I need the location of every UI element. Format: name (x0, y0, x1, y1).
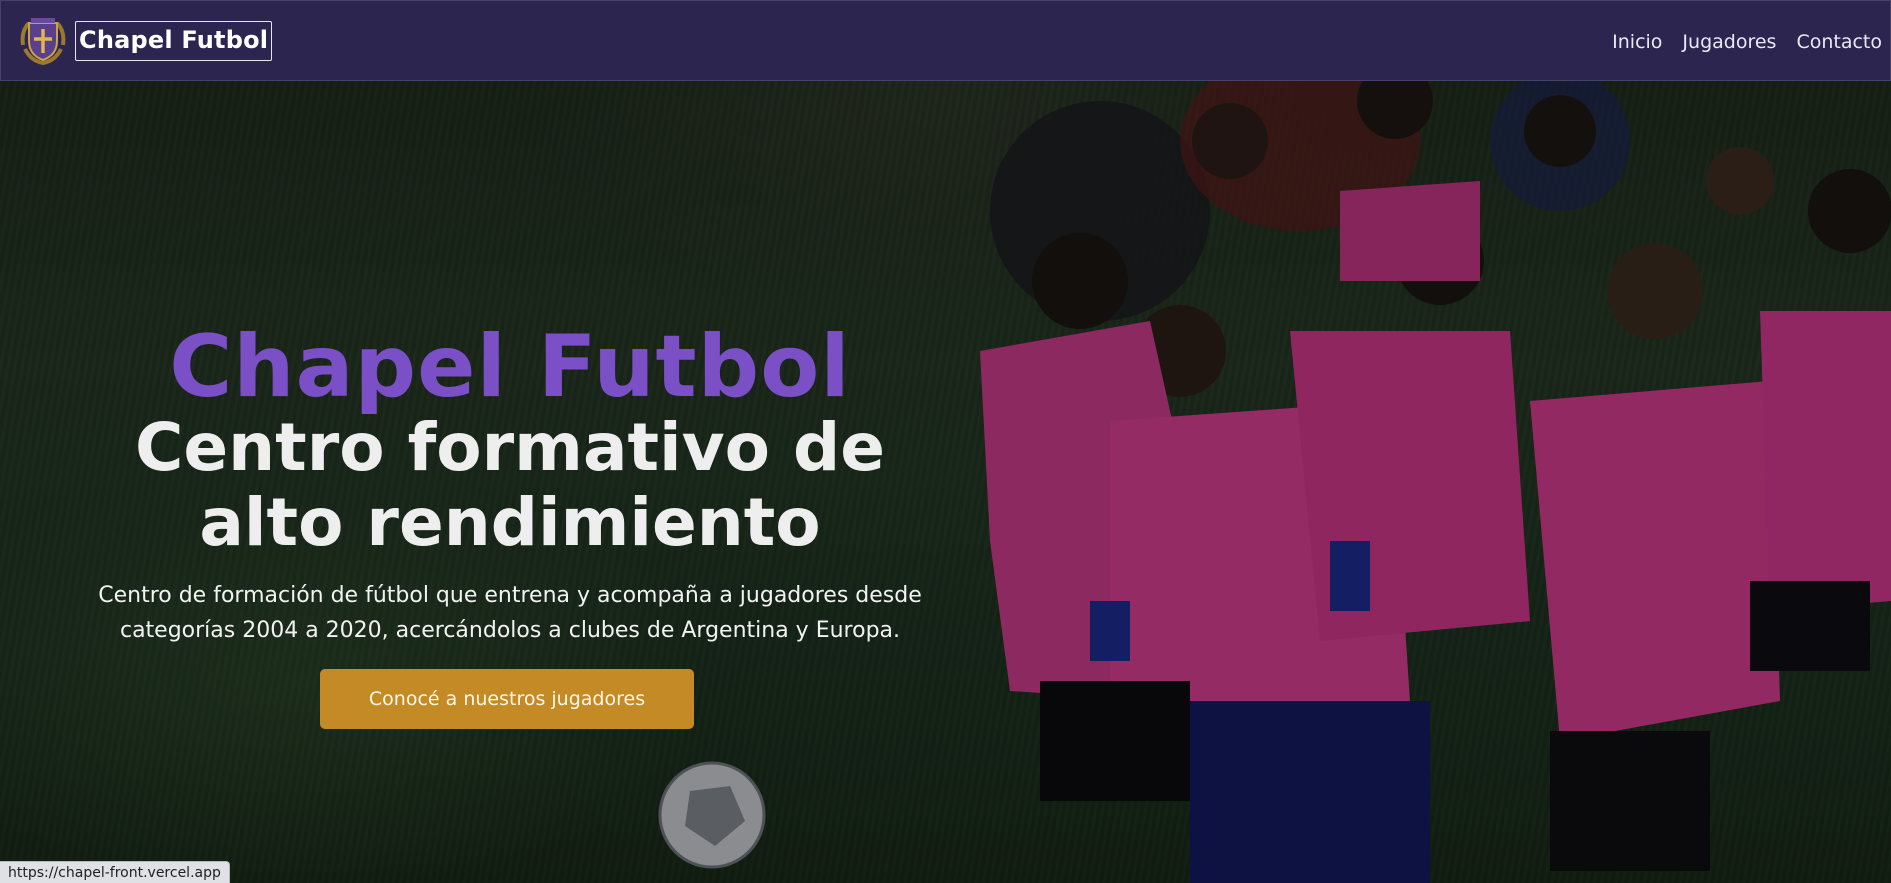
brand-link[interactable]: Chapel Futbol (15, 15, 273, 67)
hero-description-line-1: Centro de formación de fútbol que entren… (98, 583, 922, 608)
top-navbar: Chapel Futbol Inicio Jugadores Contacto (0, 0, 1891, 81)
view-players-button[interactable]: Conocé a nuestros jugadores (320, 669, 694, 729)
hero-content: Chapel Futbol Centro formativo de alto r… (20, 81, 1000, 883)
nav-link-jugadores[interactable]: Jugadores (1682, 31, 1776, 53)
hero-subtitle-line-1: Centro formativo de (134, 409, 886, 486)
hero-subtitle: Centro formativo de alto rendimiento (20, 410, 1000, 560)
shield-cross-crest-icon (15, 15, 71, 67)
hero-description: Centro de formación de fútbol que entren… (30, 578, 990, 648)
nav-link-inicio[interactable]: Inicio (1612, 31, 1662, 53)
hero-title: Chapel Futbol (169, 317, 851, 417)
link-status-url: https://chapel-front.vercel.app (0, 861, 230, 883)
brand-name[interactable]: Chapel Futbol (75, 20, 273, 61)
hero-section: Chapel Futbol Centro formativo de alto r… (0, 81, 1891, 883)
main-menu: Inicio Jugadores Contacto (1592, 1, 1882, 82)
hero-description-line-2: categorías 2004 a 2020, acercándolos a c… (119, 618, 901, 643)
hero-subtitle-line-2: alto rendimiento (199, 484, 821, 561)
nav-link-contacto[interactable]: Contacto (1796, 31, 1882, 53)
